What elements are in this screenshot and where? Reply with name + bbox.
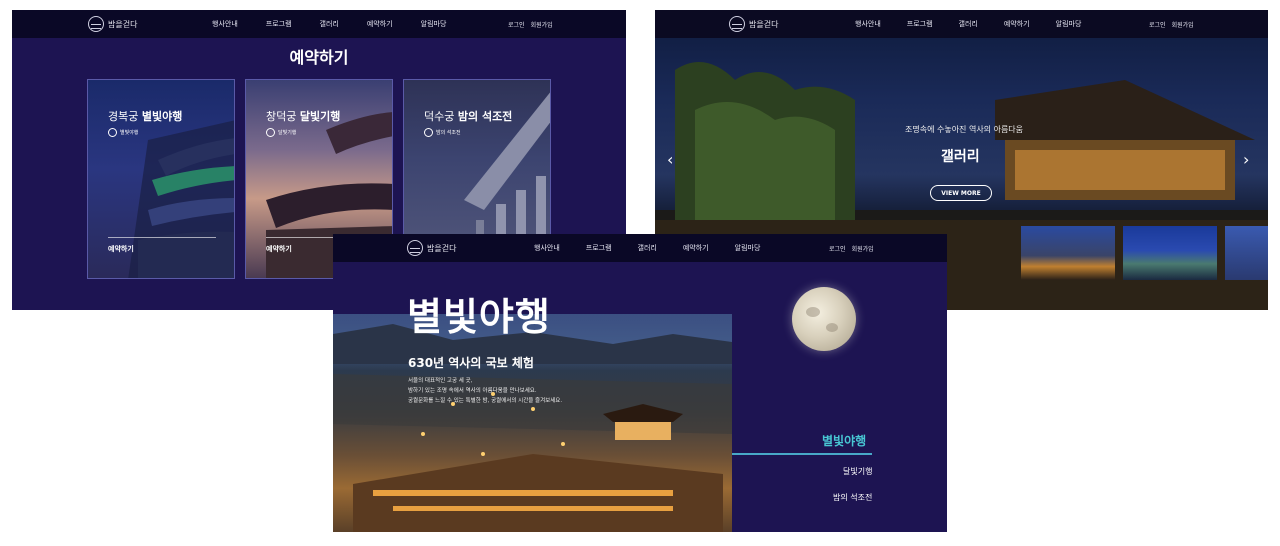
logo-icon	[266, 128, 275, 137]
reserve-link[interactable]: 예약하기	[266, 244, 292, 254]
nav-item-reservation[interactable]: 예약하기	[683, 243, 709, 253]
program-headline: 별빛야행	[407, 295, 551, 339]
auth-links: 로그인 회원가입	[508, 20, 553, 29]
divider	[108, 237, 216, 238]
brand-logo[interactable]: 밤을걷다	[407, 240, 456, 256]
nav-item-notice[interactable]: 알림마당	[1056, 19, 1082, 29]
nav-item-event[interactable]: 행사안내	[212, 19, 238, 29]
nav-item-gallery[interactable]: 갤러리	[959, 19, 978, 29]
login-link[interactable]: 로그인	[508, 20, 525, 29]
prev-arrow-icon[interactable]: ‹	[667, 150, 673, 169]
logo-icon	[108, 128, 117, 137]
tab-stone-hall[interactable]: 밤의 석조전	[833, 492, 872, 503]
logo-icon	[424, 128, 433, 137]
card-title: 창덕궁 달빛기행	[266, 110, 341, 123]
tab-moonlight[interactable]: 달빛기행	[843, 466, 872, 477]
main-menu: 행사안내 프로그램 갤러리 예약하기 알림마당	[855, 19, 1081, 29]
top-nav: 밤을걷다 행사안내 프로그램 갤러리 예약하기 알림마당 로그인 회원가입	[12, 10, 626, 38]
program-subtitle: 630년 역사의 국보 체험	[408, 356, 534, 370]
login-link[interactable]: 로그인	[829, 244, 846, 253]
top-nav: 밤을걷다 행사안내 프로그램 갤러리 예약하기 알림마당 로그인 회원가입	[333, 234, 947, 262]
signup-link[interactable]: 회원가입	[531, 20, 553, 29]
active-tab-underline	[732, 453, 872, 455]
brand-logo[interactable]: 밤을걷다	[88, 16, 137, 32]
gallery-thumbnail[interactable]	[1021, 226, 1115, 280]
nav-item-program[interactable]: 프로그램	[266, 19, 292, 29]
program-screen: 밤을걷다 행사안내 프로그램 갤러리 예약하기 알림마당 로그인 회원가입 별빛	[333, 234, 947, 532]
gallery-title: 갤러리	[941, 149, 980, 165]
nav-item-reservation[interactable]: 예약하기	[1004, 19, 1030, 29]
logo-icon	[729, 16, 745, 32]
gallery-thumbnail[interactable]	[1225, 226, 1268, 280]
moon-icon	[792, 287, 856, 351]
gallery-subtitle: 조명속에 수놓아진 역사의 아름다움	[905, 125, 1024, 134]
card-badge: 별빛야행	[108, 128, 138, 137]
login-link[interactable]: 로그인	[1149, 20, 1166, 29]
top-nav: 밤을걷다 행사안내 프로그램 갤러리 예약하기 알림마당 로그인 회원가입	[655, 10, 1268, 38]
nav-item-notice[interactable]: 알림마당	[735, 243, 761, 253]
nav-item-event[interactable]: 행사안내	[534, 243, 560, 253]
nav-item-program[interactable]: 프로그램	[586, 243, 612, 253]
main-menu: 행사안내 프로그램 갤러리 예약하기 알림마당	[534, 243, 760, 253]
logo-icon	[88, 16, 104, 32]
next-arrow-icon[interactable]: ›	[1243, 150, 1249, 169]
gallery-thumbnail[interactable]	[1123, 226, 1217, 280]
auth-links: 로그인 회원가입	[1149, 20, 1194, 29]
program-description: 서울의 대표적인 고궁 세 곳, 밤하기 있는 조명 속에서 역사의 아름다움을…	[408, 378, 563, 404]
auth-links: 로그인 회원가입	[829, 244, 874, 253]
tab-starlight[interactable]: 별빛야행	[822, 432, 866, 449]
nav-item-gallery[interactable]: 갤러리	[320, 19, 339, 29]
view-more-button[interactable]: VIEW MORE	[930, 185, 992, 201]
card-badge: 밤의 석조전	[424, 128, 461, 137]
card-badge: 달빛기행	[266, 128, 296, 137]
nav-item-event[interactable]: 행사안내	[855, 19, 881, 29]
card-title: 덕수궁 밤의 석조전	[424, 110, 513, 123]
reservation-card-gyeongbok[interactable]: 경복궁 별빛야행 별빛야행 예약하기	[87, 79, 235, 279]
brand-logo[interactable]: 밤을걷다	[729, 16, 778, 32]
reserve-link[interactable]: 예약하기	[108, 244, 134, 254]
signup-link[interactable]: 회원가입	[852, 244, 874, 253]
main-menu: 행사안내 프로그램 갤러리 예약하기 알림마당	[212, 19, 446, 29]
card-title: 경복궁 별빛야행	[108, 110, 183, 123]
page-title: 예약하기	[289, 48, 349, 67]
logo-icon	[407, 240, 423, 256]
nav-item-reservation[interactable]: 예약하기	[367, 19, 393, 29]
palace-night-photo	[333, 314, 732, 532]
signup-link[interactable]: 회원가입	[1172, 20, 1194, 29]
nav-item-gallery[interactable]: 갤러리	[638, 243, 657, 253]
nav-item-notice[interactable]: 알림마당	[421, 19, 447, 29]
nav-item-program[interactable]: 프로그램	[907, 19, 933, 29]
palace-night-illustration	[333, 324, 732, 532]
